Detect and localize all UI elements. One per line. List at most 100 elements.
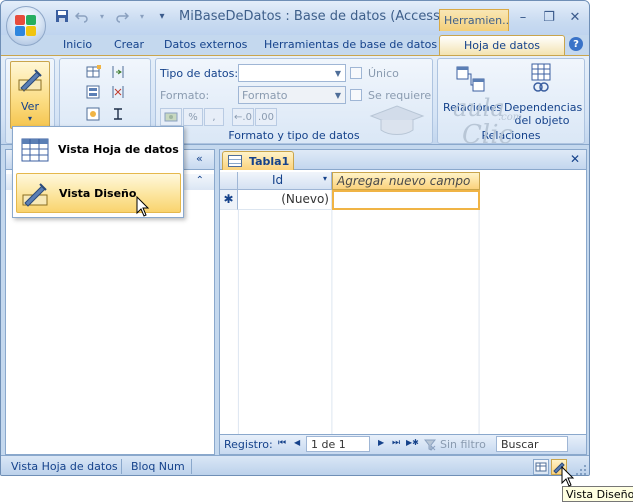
tab-tabla1[interactable]: Tabla1 [222,151,294,170]
menu-item-vista-diseno[interactable]: Vista Diseño [16,173,181,213]
formato-value: Formato [242,89,288,102]
help-icon[interactable]: ? [569,37,583,51]
ver-button[interactable]: Ver ▾ [10,61,50,129]
office-button[interactable] [6,6,46,46]
tab-inicio[interactable]: Inicio [63,35,92,55]
restore-button[interactable]: ❐ [537,7,561,27]
undo-icon[interactable] [75,9,89,23]
save-icon[interactable] [55,9,69,23]
add-existing-fields-icon[interactable] [86,85,102,99]
record-label: Registro: [224,438,273,451]
decrease-decimals-button[interactable]: .00 [255,108,277,126]
prev-record-button[interactable]: ◀ [294,438,300,447]
status-separator [191,459,192,474]
lookup-column-icon[interactable] [86,107,102,121]
record-navigation-bar: Registro: ⏮ ◀ 1 de 1 ▶ ⏭ ▶✱ Sin filtro B… [220,434,586,454]
document-area: Tabla1 ✕ Id ▾ Agregar nuevo campo ✱ (Nue… [219,149,587,455]
status-separator [121,459,122,474]
ver-label: Ver [21,100,39,113]
watermark-aula: aula [453,94,505,122]
tab-tabla1-label: Tabla1 [249,155,290,168]
new-field-icon[interactable] [86,65,102,79]
insert-column-icon[interactable] [110,65,126,79]
column-header-id-label: Id [272,173,284,187]
status-bar: Vista Hoja de datos Bloq Num [1,455,589,476]
tab-herramientas-base-datos[interactable]: Herramientas de base de datos [264,35,437,55]
thousands-format-button[interactable]: , [204,108,224,126]
filter-icon [424,439,436,451]
table-icon [228,155,242,167]
chevron-down-icon: ▼ [334,68,342,78]
relationships-icon[interactable] [456,65,486,95]
graduation-cap-icon [369,105,425,135]
percent-format-button[interactable]: % [183,108,203,126]
formato-label: Formato: [160,89,210,102]
mouse-cursor-icon [561,466,575,487]
customize-toolbar-icon[interactable]: ▾ [155,9,169,23]
formato-select[interactable]: Formato ▼ [238,86,346,104]
design-view-icon [22,183,48,207]
rename-column-icon[interactable] [110,107,126,121]
close-button[interactable]: ✕ [563,7,587,27]
redo-icon[interactable] [115,9,129,23]
row-selector-new[interactable]: ✱ [220,190,238,210]
ver-dropdown-icon: ▾ [27,114,32,123]
select-all-corner[interactable] [220,172,238,190]
context-tab-herramientas[interactable]: Herramien... [439,9,509,31]
minimize-button[interactable]: – [511,7,535,27]
ribbon-tabs: Inicio Crear Datos externos Herramientas… [1,35,589,55]
cell-id-new[interactable]: (Nuevo) [238,190,332,210]
datasheet-grid: Id ▾ Agregar nuevo campo ✱ (Nuevo) [220,172,586,436]
ver-dropdown-menu: Vista Hoja de datos Vista Diseño [12,126,184,218]
design-view-icon [18,69,42,92]
quick-access-toolbar: ▾ ▾ ▾ [55,9,169,23]
menu-item-vista-hoja-datos-label: Vista Hoja de datos [58,143,179,156]
title-bar: ▾ ▾ ▾ MiBaseDeDatos : Base de datos (Acc… [1,1,589,35]
unico-checkbox[interactable] [350,67,362,79]
datasheet-view-icon [21,138,49,162]
window-title: MiBaseDeDatos : Base de datos (Access... [179,9,453,24]
object-dependencies-icon[interactable] [526,63,556,95]
column-header-add-field[interactable]: Agregar nuevo campo [332,172,480,190]
undo-dropdown-icon[interactable]: ▾ [95,9,109,23]
nav-collapse-button[interactable]: « [196,152,210,166]
currency-icon [164,112,178,122]
office-logo-icon [15,15,37,37]
cell-new-field[interactable] [332,190,480,210]
filter-status[interactable]: Sin filtro [440,438,486,451]
column-header-id[interactable]: Id ▾ [238,172,332,190]
first-record-button[interactable]: ⏮ [278,438,286,448]
increase-decimals-button[interactable]: ←.0 [232,108,254,126]
document-tabs: Tabla1 ✕ [220,150,586,170]
currency-format-button[interactable] [160,108,182,126]
record-position-input[interactable]: 1 de 1 [306,436,370,452]
tab-datos-externos[interactable]: Datos externos [164,35,247,55]
access-window: ▾ ▾ ▾ MiBaseDeDatos : Base de datos (Acc… [0,0,590,476]
mouse-cursor-icon [136,196,150,217]
new-record-button[interactable]: ▶✱ [406,438,419,447]
status-numlock: Bloq Num [131,460,185,473]
resize-grip-icon[interactable] [575,464,587,476]
requiere-checkbox[interactable] [350,89,362,101]
redo-dropdown-icon[interactable]: ▾ [135,9,149,23]
datasheet-view-icon[interactable] [533,459,549,475]
status-view-name: Vista Hoja de datos [11,460,118,473]
chevron-up-icon: ⌃ [195,175,204,186]
menu-item-vista-diseno-label: Vista Diseño [59,187,137,200]
requiere-label: Se requiere [368,89,432,102]
menu-item-vista-hoja-datos[interactable]: Vista Hoja de datos [16,130,181,170]
chevron-down-icon[interactable]: ▾ [323,174,327,183]
next-record-button[interactable]: ▶ [378,438,384,447]
delete-column-icon[interactable] [110,85,126,99]
tooltip-vista-diseno: Vista Diseño [562,486,633,502]
tab-hoja-de-datos[interactable]: Hoja de datos [439,35,566,55]
watermark-clic: Clic [462,120,514,150]
tipo-datos-label: Tipo de datos: [160,67,239,80]
tipo-datos-select[interactable]: ▼ [238,64,346,82]
chevron-down-icon: ▼ [334,90,342,100]
close-document-button[interactable]: ✕ [570,152,580,166]
last-record-button[interactable]: ⏭ [392,438,400,448]
tab-crear[interactable]: Crear [114,35,144,55]
grid-lines [237,210,480,436]
search-input[interactable]: Buscar [496,436,568,452]
